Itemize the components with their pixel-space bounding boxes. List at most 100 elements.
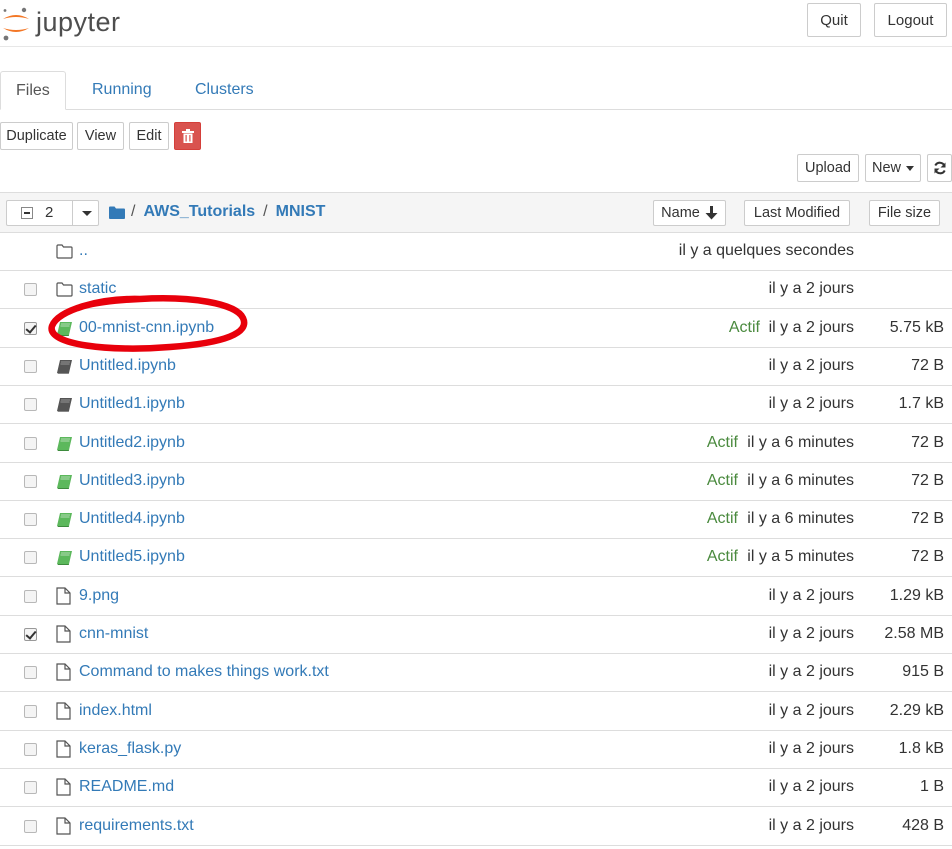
file-name-link[interactable]: cnn-mnist [79,625,148,643]
last-modified: il y a 2 jours [768,778,854,795]
sort-size-button[interactable]: File size [869,200,940,226]
breadcrumb-aws-tutorials[interactable]: AWS_Tutorials [143,203,255,221]
tab-clusters[interactable]: Clusters [180,71,269,109]
last-modified: il y a 2 jours [768,740,854,757]
breadcrumb-mnist[interactable]: MNIST [276,203,326,221]
row-checkbox[interactable] [24,743,37,756]
file-name-link[interactable]: static [79,280,116,298]
logout-button[interactable]: Logout [874,3,947,37]
new-dropdown-button[interactable]: New [865,154,921,182]
new-label: New [872,160,902,176]
file-row[interactable]: README.md il y a 2 jours 1 B [0,769,952,807]
file-row[interactable]: Untitled.ipynb il y a 2 jours 72 B [0,348,952,386]
file-row[interactable]: Command to makes things work.txt il y a 2… [0,654,952,692]
file-row[interactable]: Untitled2.ipynb Actif il y a 6 minutes 72 B [0,425,952,463]
breadcrumb-separator: / [263,203,268,220]
last-modified: il y a 2 jours [768,625,854,642]
last-modified: il y a 2 jours [768,817,854,834]
file-icon [56,702,71,725]
notebook-green-icon [56,474,73,494]
sort-modified-button[interactable]: Last Modified [744,200,850,226]
row-checkbox[interactable] [24,628,37,641]
notebook-green-icon [56,512,73,532]
file-row[interactable]: Untitled3.ipynb Actif il y a 6 minutes 72 B [0,463,952,501]
arrow-down-icon [705,206,718,220]
last-modified: il y a 2 jours [768,587,854,604]
edit-button[interactable]: Edit [129,122,169,150]
file-name-link[interactable]: Untitled4.ipynb [79,510,185,528]
file-name-link[interactable]: Untitled3.ipynb [79,472,185,490]
tab-running[interactable]: Running [77,71,167,109]
last-modified: il y a 2 jours [768,702,854,719]
file-name-link[interactable]: Command to makes things work.txt [79,663,329,681]
file-name-link[interactable]: Untitled5.ipynb [79,548,185,566]
sort-name-label: Name [661,205,700,221]
selection-dropdown[interactable]: 2 [6,200,99,226]
row-checkbox[interactable] [24,781,37,794]
row-checkbox[interactable] [24,322,37,335]
delete-button[interactable] [174,122,201,150]
file-name-link[interactable]: Untitled.ipynb [79,357,176,375]
row-checkbox[interactable] [24,590,37,603]
caret-down-icon[interactable] [82,211,92,216]
row-checkbox[interactable] [24,820,37,833]
file-row[interactable]: keras_flask.py il y a 2 jours 1.8 kB [0,731,952,769]
file-name-link[interactable]: keras_flask.py [79,740,181,758]
row-checkbox[interactable] [24,666,37,679]
file-size: 2.58 MB [884,625,944,642]
row-checkbox[interactable] [24,513,37,526]
view-button[interactable]: View [77,122,124,150]
file-row[interactable]: 9.png il y a 2 jours 1.29 kB [0,578,952,616]
select-all-checkbox[interactable] [21,207,33,219]
row-checkbox[interactable] [24,551,37,564]
last-modified: il y a 2 jours [768,395,854,412]
last-modified: il y a 6 minutes [747,434,854,451]
folder-home-icon[interactable] [109,206,125,219]
file-size: 72 B [911,510,944,527]
last-modified: il y a 2 jours [768,663,854,680]
file-name-link[interactable]: 00-mnist-cnn.ipynb [79,319,214,337]
file-name-link[interactable]: README.md [79,778,174,796]
running-status: Actif [706,472,738,489]
folder-icon [56,244,73,264]
breadcrumb: / AWS_Tutorials / MNIST [109,203,325,221]
last-modified: il y a quelques secondes [678,242,854,259]
row-checkbox[interactable] [24,437,37,450]
file-name-link[interactable]: index.html [79,702,152,720]
last-modified: il y a 6 minutes [747,472,854,489]
file-row[interactable]: index.html il y a 2 jours 2.29 kB [0,693,952,731]
file-row[interactable]: 00-mnist-cnn.ipynb Actif il y a 2 jours 5.7… [0,310,952,348]
upload-button[interactable]: Upload [797,154,859,182]
jupyter-logo[interactable]: jupyter [0,2,121,42]
row-checkbox[interactable] [24,705,37,718]
file-name-link[interactable]: Untitled1.ipynb [79,395,185,413]
file-icon [56,587,71,610]
duplicate-button[interactable]: Duplicate [0,122,73,150]
row-checkbox[interactable] [24,398,37,411]
file-name-link[interactable]: Untitled2.ipynb [79,434,185,452]
notebook-green-icon [56,550,73,570]
file-name-link[interactable]: requirements.txt [79,817,194,835]
notebook-green-icon [56,436,73,456]
tab-files[interactable]: Files [0,71,66,110]
quit-button[interactable]: Quit [807,3,861,37]
file-name-link[interactable]: 9.png [79,587,119,605]
row-checkbox[interactable] [24,475,37,488]
running-status: Actif [706,510,738,527]
row-checkbox[interactable] [24,360,37,373]
file-size: 72 B [911,472,944,489]
file-row[interactable]: Untitled4.ipynb Actif il y a 6 minutes 72 B [0,501,952,539]
file-row[interactable]: static il y a 2 jours [0,271,952,309]
file-row[interactable]: requirements.txt il y a 2 jours 428 B [0,808,952,846]
file-row[interactable]: .. il y a quelques secondes [0,233,952,271]
file-row[interactable]: Untitled1.ipynb il y a 2 jours 1.7 kB [0,386,952,424]
file-size: 915 B [902,663,944,680]
sort-name-button[interactable]: Name [653,200,726,226]
refresh-button[interactable] [927,154,952,182]
row-checkbox[interactable] [24,283,37,296]
selected-count: 2 [45,204,54,221]
file-row[interactable]: Untitled5.ipynb Actif il y a 5 minutes 72 B [0,539,952,577]
file-row[interactable]: cnn-mnist il y a 2 jours 2.58 MB [0,616,952,654]
file-name-link[interactable]: .. [79,242,88,260]
header: jupyter Quit Logout [0,0,952,47]
